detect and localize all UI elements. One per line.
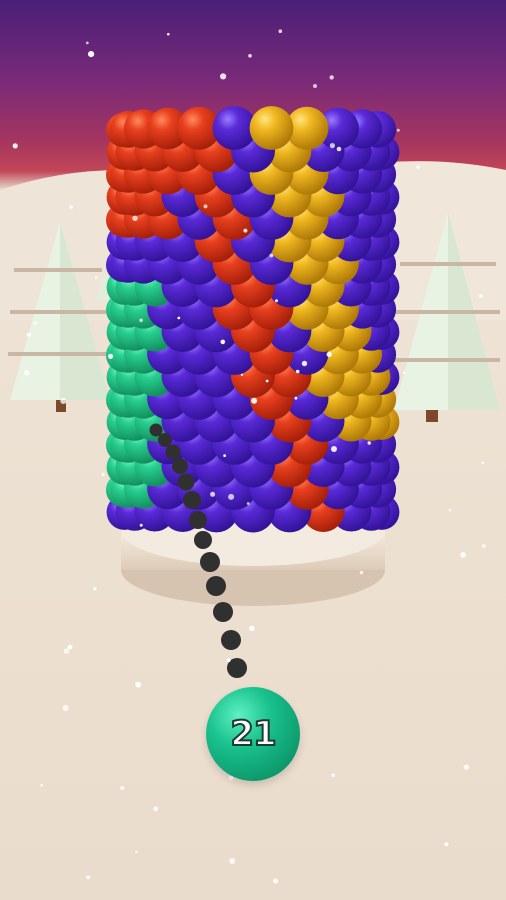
- snowflake: [243, 228, 248, 233]
- snowflake: [139, 523, 143, 527]
- ball-tower[interactable]: [106, 106, 400, 533]
- snowflake: [246, 502, 250, 505]
- aim-dot: [206, 576, 226, 596]
- snowflake: [273, 878, 278, 884]
- snowflake: [132, 215, 138, 221]
- snowflake: [229, 858, 236, 864]
- snowflake: [167, 32, 170, 36]
- snowflake: [153, 806, 159, 812]
- snowflake: [85, 41, 89, 45]
- snowflake: [88, 51, 95, 58]
- snowflake: [460, 552, 466, 558]
- snowflake: [326, 351, 332, 358]
- snowflake: [120, 785, 125, 791]
- shooter-ball-count: 21: [229, 713, 277, 755]
- tower-ball-yellow: [249, 106, 294, 150]
- snowflake: [331, 446, 337, 452]
- snowflake: [331, 773, 335, 777]
- aim-dot: [149, 423, 163, 437]
- snowflake: [177, 316, 181, 320]
- snowflake: [228, 493, 235, 500]
- snowflake: [220, 339, 226, 345]
- aim-dot: [213, 602, 233, 622]
- snowflake: [248, 54, 252, 58]
- snowflake: [210, 491, 216, 497]
- snowflake: [367, 441, 371, 445]
- snowflake: [203, 204, 208, 209]
- snowflake: [33, 321, 37, 325]
- snowflake: [329, 75, 334, 80]
- snowflake: [278, 29, 283, 33]
- snowflake: [444, 842, 449, 847]
- snowflake: [135, 681, 142, 688]
- snowflake: [62, 705, 69, 711]
- snowflake: [24, 370, 30, 376]
- snowflake: [223, 454, 227, 457]
- snowflake: [240, 373, 244, 377]
- aim-dot: [183, 491, 201, 509]
- snowflake: [68, 204, 74, 210]
- snowflake: [313, 84, 317, 88]
- snowflake: [220, 73, 227, 80]
- snowflake: [86, 875, 91, 880]
- snowflake: [402, 371, 406, 374]
- snowflake: [226, 658, 231, 663]
- snowflake: [135, 850, 138, 853]
- snowflake: [108, 353, 114, 359]
- snowflake: [249, 625, 255, 632]
- snowflake: [478, 293, 483, 298]
- snowflake: [67, 644, 73, 650]
- snowflake: [336, 146, 342, 152]
- snowflake: [139, 318, 143, 323]
- snowflake: [275, 299, 278, 303]
- snowflake: [265, 379, 269, 383]
- snowflake: [481, 544, 486, 548]
- aim-dot: [194, 531, 212, 549]
- snowflake: [269, 253, 274, 258]
- snowflake: [448, 508, 452, 512]
- aim-dot: [200, 552, 220, 572]
- aim-dot: [165, 444, 181, 460]
- snowflake: [294, 396, 298, 400]
- snowflake: [251, 397, 258, 404]
- shooter-ball-button[interactable]: 21: [206, 687, 300, 781]
- snowflake: [101, 472, 105, 477]
- aim-dot: [221, 630, 241, 650]
- snowflake: [26, 332, 31, 337]
- aim-dot: [158, 433, 172, 447]
- snowflake: [295, 369, 300, 374]
- snowflake: [329, 143, 335, 149]
- snowflake: [301, 360, 308, 367]
- snowflake: [93, 587, 97, 591]
- snowflake: [40, 783, 43, 787]
- snowflake: [396, 128, 400, 132]
- aim-dot: [172, 458, 188, 474]
- snowflake: [94, 276, 98, 279]
- snowflake: [481, 461, 485, 465]
- snowflake: [463, 764, 470, 770]
- snowflake: [12, 143, 18, 149]
- aim-dot: [177, 473, 195, 491]
- snowflake: [359, 570, 364, 575]
- game-scene[interactable]: 21: [0, 0, 506, 900]
- snowflake: [60, 397, 67, 404]
- aim-dot: [189, 511, 207, 529]
- snowflake: [416, 165, 420, 169]
